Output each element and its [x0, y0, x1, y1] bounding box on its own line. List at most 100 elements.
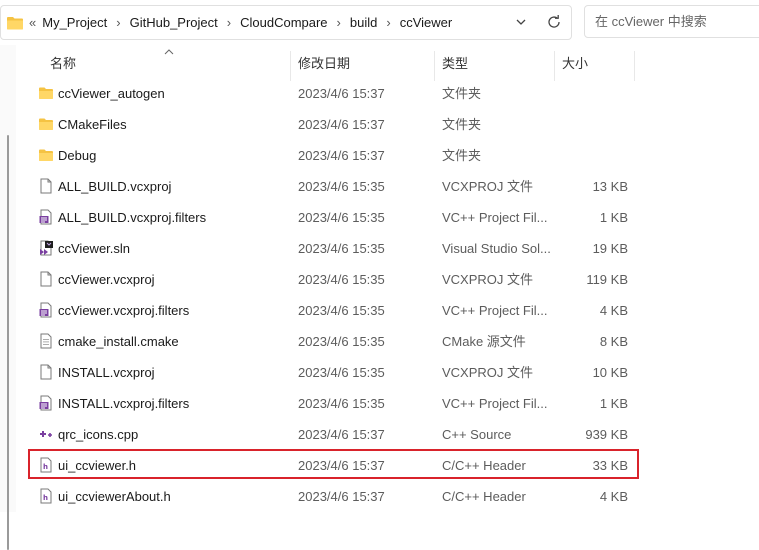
file-size: 4 KB: [599, 303, 628, 318]
column-header-row: 名称 修改日期 类型 大小: [16, 45, 759, 81]
file-size: 13 KB: [592, 179, 628, 194]
file-size: 1 KB: [599, 396, 628, 411]
file-modified-date: 2023/4/6 15:37: [298, 427, 385, 442]
text-file-icon: [38, 333, 54, 349]
file-name: ccViewer.sln: [58, 241, 131, 256]
folder-icon: [38, 116, 54, 132]
navigation-pane-edge: [0, 45, 16, 550]
file-row[interactable]: ccViewer_autogen 2023/4/6 15:37 文件夹: [16, 78, 759, 109]
address-bar[interactable]: « My_Project › GitHub_Project › CloudCom…: [0, 5, 572, 40]
folder-icon: [38, 85, 54, 101]
file-row[interactable]: cmake_install.cmake 2023/4/6 15:35 CMake 源…: [16, 326, 759, 357]
svg-text:h: h: [43, 494, 48, 502]
file-row[interactable]: INSTALL.vcxproj 2023/4/6 15:35 VCXPROJ 文件 1…: [16, 357, 759, 388]
file-size: 1 KB: [599, 210, 628, 225]
file-row[interactable]: Debug 2023/4/6 15:37 文件夹: [16, 140, 759, 171]
file-type: VC++ Project Fil...: [442, 396, 548, 411]
search-input[interactable]: 在 ccViewer 中搜索: [584, 5, 759, 38]
breadcrumb-item-github-project[interactable]: GitHub_Project: [130, 15, 218, 30]
file-row[interactable]: h ui_ccviewer.h 2023/4/6 15:37 C/C++ Header…: [16, 450, 759, 481]
scrollbar-thumb[interactable]: [7, 135, 9, 550]
file-modified-date: 2023/4/6 15:35: [298, 179, 385, 194]
file-size: 10 KB: [592, 365, 628, 380]
header-file-icon: h: [38, 488, 54, 504]
filters-file-icon: [38, 209, 54, 225]
breadcrumb-item-build[interactable]: build: [350, 15, 377, 30]
file-name: qrc_icons.cpp: [58, 427, 139, 442]
file-name: ALL_BUILD.vcxproj: [58, 179, 172, 194]
file-size: 33 KB: [592, 458, 628, 473]
file-modified-date: 2023/4/6 15:37: [298, 489, 385, 504]
file-icon: [38, 271, 54, 287]
file-modified-date: 2023/4/6 15:37: [298, 86, 385, 101]
file-type: 文件夹: [442, 86, 482, 101]
file-row[interactable]: ccViewer.vcxproj.filters 2023/4/6 15:35 VC…: [16, 295, 759, 326]
svg-text:h: h: [43, 463, 48, 471]
breadcrumb-item-ccviewer[interactable]: ccViewer: [400, 15, 453, 30]
file-modified-date: 2023/4/6 15:35: [298, 334, 385, 349]
folder-icon: [38, 147, 54, 163]
refresh-icon[interactable]: [546, 14, 562, 30]
breadcrumb-item-cloudcompare[interactable]: CloudCompare: [240, 15, 327, 30]
file-size: 119 KB: [586, 272, 628, 287]
file-modified-date: 2023/4/6 15:35: [298, 396, 385, 411]
file-name: ui_ccviewer.h: [58, 458, 137, 473]
file-size: [556, 140, 628, 171]
chevron-right-icon: ›: [386, 15, 391, 30]
file-row[interactable]: qrc_icons.cpp 2023/4/6 15:37 C++ Source 939…: [16, 419, 759, 450]
file-name: CMakeFiles: [58, 117, 127, 132]
file-name: INSTALL.vcxproj.filters: [58, 396, 190, 411]
column-divider[interactable]: [434, 51, 435, 81]
file-name: ui_ccviewerAbout.h: [58, 489, 171, 504]
file-icon: [38, 364, 54, 380]
file-type: C/C++ Header: [442, 489, 526, 504]
file-icon: [38, 178, 54, 194]
column-divider[interactable]: [290, 51, 291, 81]
file-name: ccViewer.vcxproj.filters: [58, 303, 190, 318]
sort-ascending-icon: [164, 49, 174, 55]
file-modified-date: 2023/4/6 15:35: [298, 303, 385, 318]
file-modified-date: 2023/4/6 15:35: [298, 365, 385, 380]
file-row[interactable]: ALL_BUILD.vcxproj.filters 2023/4/6 15:35 V…: [16, 202, 759, 233]
file-type: C++ Source: [442, 427, 512, 442]
header-file-icon: h: [38, 457, 54, 473]
file-type: 文件夹: [442, 117, 482, 132]
file-name: INSTALL.vcxproj: [58, 365, 155, 380]
breadcrumb-overflow-button[interactable]: «: [29, 15, 36, 30]
file-row[interactable]: ccViewer.sln 2023/4/6 15:35 Visual Studio …: [16, 233, 759, 264]
file-modified-date: 2023/4/6 15:37: [298, 458, 385, 473]
chevron-right-icon: ›: [226, 15, 232, 30]
file-row[interactable]: INSTALL.vcxproj.filters 2023/4/6 15:35 VC+…: [16, 388, 759, 419]
file-size: 19 KB: [592, 241, 628, 256]
chevron-right-icon: ›: [116, 15, 121, 30]
column-header-type[interactable]: 类型: [442, 45, 468, 81]
file-modified-date: 2023/4/6 15:35: [298, 241, 385, 256]
file-size: 8 KB: [599, 334, 628, 349]
file-name: ccViewer_autogen: [58, 86, 165, 101]
file-type: VC++ Project Fil...: [442, 210, 548, 225]
file-type: 文件夹: [442, 148, 482, 163]
chevron-down-icon[interactable]: [514, 15, 528, 29]
file-name: ALL_BUILD.vcxproj.filters: [58, 210, 207, 225]
file-row[interactable]: ccViewer.vcxproj 2023/4/6 15:35 VCXPROJ 文件…: [16, 264, 759, 295]
file-modified-date: 2023/4/6 15:37: [298, 117, 385, 132]
column-header-size[interactable]: 大小: [562, 45, 588, 81]
file-type: VCXPROJ 文件: [442, 179, 534, 194]
column-header-date[interactable]: 修改日期: [298, 45, 350, 81]
column-divider[interactable]: [634, 51, 635, 81]
file-type: VC++ Project Fil...: [442, 303, 548, 318]
breadcrumb-item-my-project[interactable]: My_Project: [42, 15, 107, 30]
file-row[interactable]: h ui_ccviewerAbout.h 2023/4/6 15:37 C/C++ H…: [16, 481, 759, 512]
file-modified-date: 2023/4/6 15:35: [298, 210, 385, 225]
visual-studio-solution-icon: [38, 240, 54, 256]
filters-file-icon: [38, 302, 54, 318]
file-row[interactable]: CMakeFiles 2023/4/6 15:37 文件夹: [16, 109, 759, 140]
column-divider[interactable]: [554, 51, 555, 81]
column-header-name[interactable]: 名称: [50, 45, 76, 81]
chevron-right-icon: ›: [336, 15, 341, 30]
file-type: Visual Studio Sol...: [442, 241, 551, 256]
file-size: 939 KB: [585, 427, 628, 442]
file-size: [556, 109, 628, 140]
file-name: cmake_install.cmake: [58, 334, 179, 349]
file-row[interactable]: ALL_BUILD.vcxproj 2023/4/6 15:35 VCXPROJ 文…: [16, 171, 759, 202]
